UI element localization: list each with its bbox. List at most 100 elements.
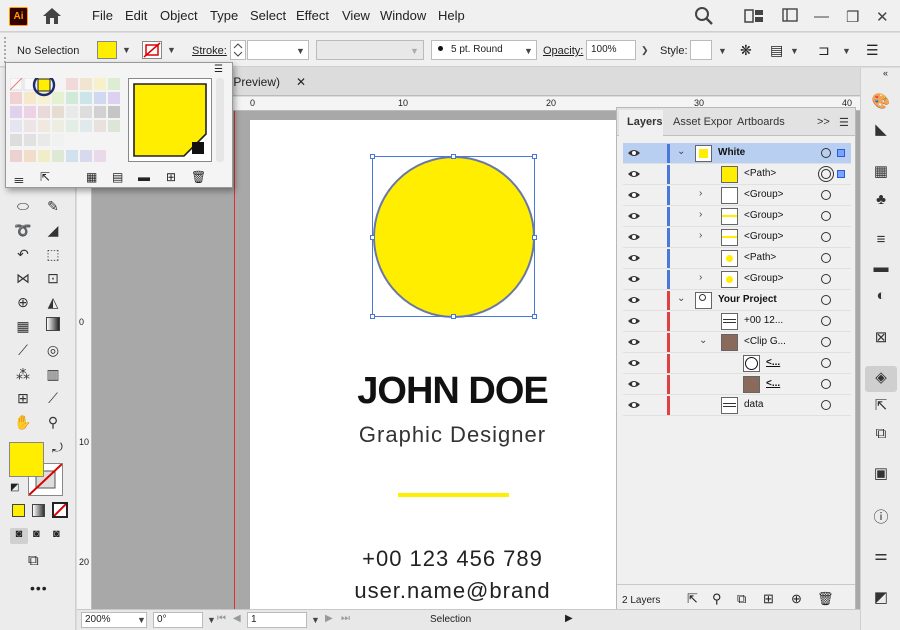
zoom-chevron-icon[interactable]: ▼ [137, 615, 146, 625]
layer-name[interactable]: <... [766, 357, 780, 368]
expand-closed-icon[interactable]: › [699, 188, 702, 199]
visibility-eye-icon[interactable] [627, 210, 641, 222]
swatch-libraries-icon[interactable]: 𝍢 [14, 170, 24, 191]
new-swatch-icon[interactable]: ⊞ [166, 170, 176, 184]
scale-tool-icon[interactable]: ⬚ [42, 244, 64, 264]
target-ring-icon[interactable] [821, 190, 831, 200]
target-ring-icon[interactable] [821, 337, 831, 347]
status-arrow-icon[interactable]: ▶ [565, 613, 573, 624]
new-layer-icon[interactable]: ⊕ [791, 591, 802, 607]
layer-name[interactable]: Your Project [718, 294, 777, 305]
job-title[interactable]: Graphic Designer [250, 422, 655, 448]
layer-row[interactable]: › <Group> [623, 227, 851, 248]
graphic-style-swatch[interactable] [690, 40, 712, 60]
fill-swatch[interactable] [97, 41, 117, 59]
layer-name[interactable]: <Group> [744, 189, 783, 200]
layer-row[interactable]: ⌄ White [623, 143, 851, 164]
target-ring-icon[interactable] [821, 295, 831, 305]
align-chevron-icon[interactable]: ▼ [790, 46, 799, 56]
expand-closed-icon[interactable]: › [699, 230, 702, 241]
recolor-artwork-icon[interactable]: ❋ [740, 42, 752, 59]
swatches-panel-icon[interactable]: ▦ [871, 162, 891, 182]
layer-row[interactable]: <Path> [623, 164, 851, 185]
layer-name[interactable]: <... [766, 378, 780, 389]
locate-object-icon[interactable]: ⚲ [712, 591, 722, 607]
layers-menu-icon[interactable]: ☰ [839, 116, 849, 129]
profile-chevron-icon[interactable]: ▼ [410, 46, 419, 56]
layer-name[interactable]: <Clip G... [744, 336, 786, 347]
draw-inside-icon[interactable]: ◙ [53, 528, 60, 540]
close-button[interactable]: ✕ [876, 8, 889, 26]
brush-definition[interactable]: 5 pt. Round [431, 40, 537, 60]
swap-fill-stroke-icon[interactable]: ⤾ [52, 440, 63, 456]
artboards-panel-icon[interactable]: ⧉ [871, 424, 891, 444]
menu-object[interactable]: Object [160, 8, 198, 23]
draw-behind-icon[interactable]: ◙ [33, 528, 40, 540]
selection-indicator[interactable] [837, 149, 845, 157]
transform-icon[interactable]: ⊐ [818, 42, 830, 59]
swatch-scrollbar[interactable] [216, 78, 224, 162]
tab-artboards[interactable]: Artboards [737, 116, 785, 128]
menu-type[interactable]: Type [210, 8, 238, 23]
visibility-eye-icon[interactable] [627, 378, 641, 390]
new-sublayer-icon[interactable]: ⊞ [763, 591, 774, 607]
selection-indicator[interactable] [837, 170, 845, 178]
rotate-tool-icon[interactable]: ↶ [12, 244, 34, 264]
symbol-sprayer-tool-icon[interactable]: ⁂ [12, 364, 34, 384]
expand-open-icon[interactable]: ⌄ [677, 293, 685, 304]
color-panel-icon[interactable]: ◣ [871, 120, 891, 140]
visibility-eye-icon[interactable] [627, 273, 641, 285]
last-artboard-icon[interactable]: ⏭ [341, 613, 350, 624]
minimize-button[interactable]: — [814, 8, 829, 25]
next-artboard-icon[interactable]: ▶ [325, 613, 333, 624]
blend-tool-icon[interactable]: ◎ [42, 340, 64, 360]
hand-tool-icon[interactable]: ✋ [12, 412, 34, 432]
swatch-kinds-icon[interactable]: ▦ [86, 170, 97, 184]
symbols-panel-icon[interactable]: ♣ [871, 190, 891, 210]
artboard-tool-icon[interactable]: ⊞ [12, 388, 34, 408]
selection-handle[interactable] [451, 154, 456, 159]
fill-color-box-front[interactable] [9, 442, 44, 477]
layer-row[interactable]: ⌄ <Clip G... [623, 332, 851, 353]
phone-text[interactable]: +00 123 456 789 [250, 546, 655, 572]
fill-dropdown-chevron-icon[interactable]: ▼ [122, 45, 131, 55]
workspace-icon[interactable] [782, 8, 798, 26]
yellow-divider[interactable] [398, 493, 509, 497]
stroke-weight-chevron-icon[interactable]: ▼ [296, 46, 305, 56]
default-colors-icon[interactable]: ◩ [10, 482, 19, 493]
color-mode-icon[interactable] [12, 504, 25, 517]
eraser-tool-icon[interactable]: ◢ [42, 220, 64, 240]
stroke-panel-icon[interactable]: ≡ [871, 230, 891, 250]
draw-normal-icon[interactable]: ◙ [10, 528, 28, 544]
expand-closed-icon[interactable]: › [699, 272, 702, 283]
align-icon[interactable]: ▤ [770, 42, 783, 59]
target-ring-icon[interactable] [821, 274, 831, 284]
visibility-eye-icon[interactable] [627, 252, 641, 264]
asset-export-icon[interactable]: ⇱ [871, 396, 891, 416]
variable-width-profile[interactable] [316, 40, 424, 60]
layer-row[interactable]: › <Group> [623, 206, 851, 227]
panel-expand-icon[interactable]: >> [817, 116, 830, 128]
image-trace-icon[interactable]: ⊠ [871, 328, 891, 348]
visibility-eye-icon[interactable] [627, 294, 641, 306]
menu-window[interactable]: Window [380, 8, 426, 23]
new-color-group-icon[interactable]: ▬ [138, 170, 150, 184]
layer-name[interactable]: <Path> [744, 252, 776, 263]
arrange-documents-icon[interactable] [744, 9, 764, 26]
libraries-panel-icon[interactable]: ▣ [871, 464, 891, 484]
menu-select[interactable]: Select [250, 8, 286, 23]
selection-handle[interactable] [532, 154, 537, 159]
layers-panel-icon[interactable]: ◈ [871, 368, 891, 388]
target-ring-icon[interactable] [821, 148, 831, 158]
visibility-eye-icon[interactable] [627, 189, 641, 201]
layer-name[interactable]: White [718, 147, 745, 158]
layer-row[interactable]: <Path> [623, 248, 851, 269]
document-tab-title[interactable]: /Preview) [230, 75, 280, 89]
layer-row[interactable]: › <Group> [623, 269, 851, 290]
menu-edit[interactable]: Edit [125, 8, 147, 23]
layer-row[interactable]: <... [623, 353, 851, 374]
target-ring-icon[interactable] [821, 253, 831, 263]
align-panel-icon[interactable]: ⚌ [871, 546, 891, 566]
color-guide-icon[interactable]: 🎨 [871, 92, 891, 112]
email-text[interactable]: user.name@brand [250, 578, 655, 604]
